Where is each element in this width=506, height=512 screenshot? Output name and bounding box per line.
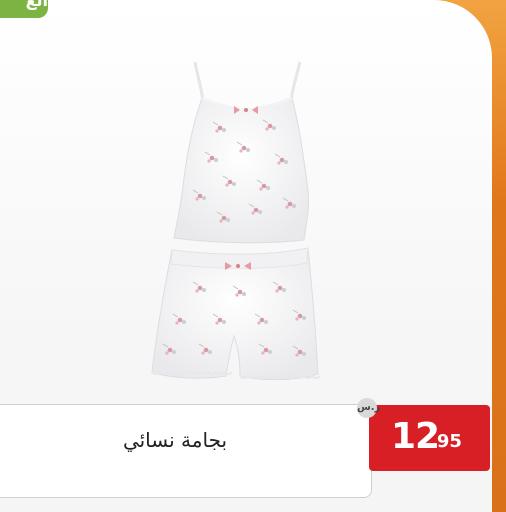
offer-tag: الع	[0, 0, 48, 18]
pajama-set-icon	[151, 61, 321, 381]
riyal-icon: ر.س	[357, 398, 380, 418]
product-name: بجامة نسائي	[122, 428, 228, 452]
product-image[interactable]	[140, 58, 330, 398]
price-fraction: .95	[430, 431, 462, 452]
